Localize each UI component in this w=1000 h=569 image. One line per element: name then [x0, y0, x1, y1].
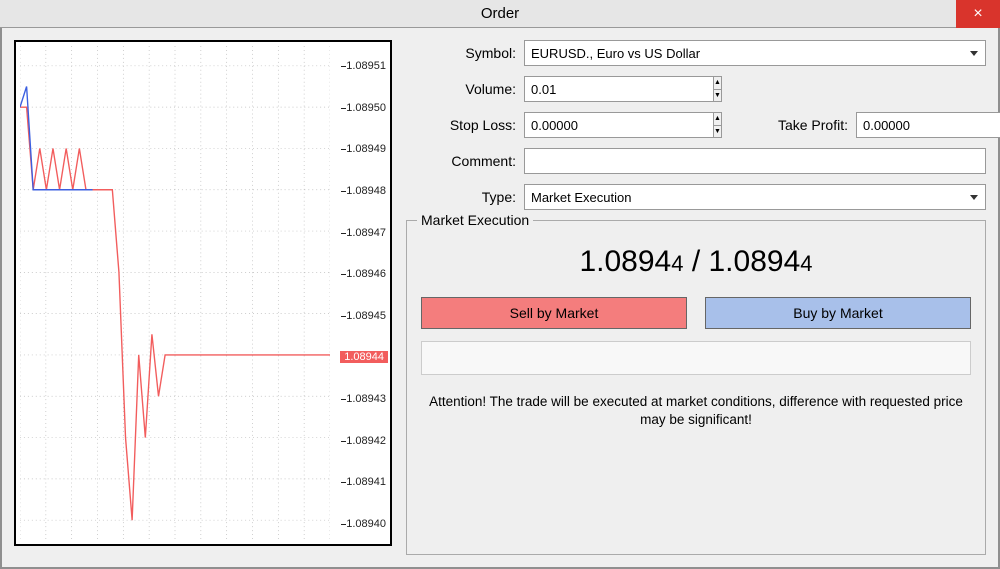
titlebar: Order × [0, 0, 1000, 28]
ask-price-small: 4 [800, 251, 812, 276]
window-title: Order [481, 5, 519, 22]
y-tick-label: 1.08948 [346, 185, 386, 197]
tick-chart: 1.08951 1.08950 1.08949 1.08948 1.08947 1.089… [14, 40, 392, 546]
y-tick-label: 1.08942 [346, 435, 386, 447]
type-label: Type: [406, 189, 516, 205]
buy-button[interactable]: Buy by Market [705, 297, 971, 329]
status-box [421, 341, 971, 375]
client-area: 1.08951 1.08950 1.08949 1.08948 1.08947 1.089… [0, 28, 1000, 569]
volume-input[interactable] [524, 76, 713, 102]
stoploss-label: Stop Loss: [406, 117, 516, 133]
volume-up-button[interactable]: ▲ [714, 77, 721, 90]
stoploss-input[interactable] [524, 112, 713, 138]
volume-label: Volume: [406, 81, 516, 97]
y-tick-label: 1.08940 [346, 518, 386, 530]
bid-price-big: 1.0894 [579, 245, 671, 278]
symbol-label: Symbol: [406, 45, 516, 61]
y-tick-label: 1.08947 [346, 227, 386, 239]
bid-price-small: 4 [671, 251, 683, 276]
y-tick-label: 1.08946 [346, 268, 386, 280]
market-execution-panel: Market Execution 1.08944 / 1.08944 Sell … [406, 220, 986, 555]
comment-input[interactable] [524, 148, 986, 174]
stoploss-down-button[interactable]: ▼ [714, 126, 721, 138]
warning-text: Attention! The trade will be executed at… [421, 393, 971, 429]
price-quote: 1.08944 / 1.08944 [421, 245, 971, 279]
y-tick-label: 1.08943 [346, 393, 386, 405]
type-select[interactable]: Market Execution [524, 184, 986, 210]
price-separator: / [683, 245, 708, 278]
stoploss-up-button[interactable]: ▲ [714, 113, 721, 126]
close-icon: × [973, 5, 982, 23]
close-button[interactable]: × [956, 0, 1000, 28]
current-price-badge: 1.08944 [340, 351, 388, 363]
chart-y-axis: 1.08951 1.08950 1.08949 1.08948 1.08947 1.089… [330, 42, 390, 544]
symbol-select[interactable]: EURUSD., Euro vs US Dollar [524, 40, 986, 66]
y-tick-label: 1.08951 [346, 60, 386, 72]
y-tick-label: 1.08945 [346, 310, 386, 322]
takeprofit-input[interactable] [856, 112, 1000, 138]
y-tick-label: 1.08950 [346, 102, 386, 114]
y-tick-label: 1.08949 [346, 143, 386, 155]
comment-label: Comment: [406, 153, 516, 169]
chart-plot [20, 46, 330, 540]
ask-price-big: 1.0894 [709, 245, 801, 278]
market-execution-legend: Market Execution [417, 212, 533, 228]
y-tick-label: 1.08941 [346, 476, 386, 488]
takeprofit-label: Take Profit: [738, 117, 848, 133]
sell-button[interactable]: Sell by Market [421, 297, 687, 329]
volume-down-button[interactable]: ▼ [714, 90, 721, 102]
order-form: Symbol: EURUSD., Euro vs US Dollar Volum… [406, 40, 986, 555]
